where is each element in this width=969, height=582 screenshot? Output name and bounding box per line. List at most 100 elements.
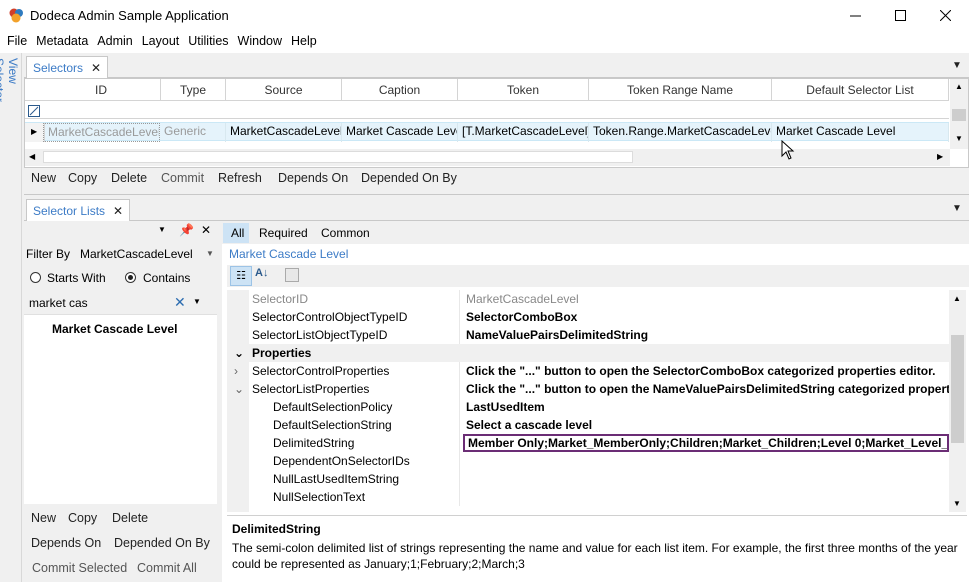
tab-required[interactable]: Required bbox=[259, 226, 308, 240]
cell-id[interactable]: MarketCascadeLevel bbox=[43, 123, 160, 142]
scroll-thumb[interactable] bbox=[951, 335, 964, 443]
close-tab-icon[interactable]: ✕ bbox=[91, 61, 101, 75]
property-row[interactable]: NullSelectionText bbox=[227, 488, 949, 506]
property-row[interactable]: ⌄ SelectorListProperties Click the "..." b… bbox=[227, 380, 949, 398]
property-row[interactable]: NullLastUsedItemString bbox=[227, 470, 949, 488]
depends-on-button[interactable]: Depends On bbox=[278, 171, 348, 185]
panel-divider[interactable] bbox=[24, 194, 969, 195]
close-button[interactable] bbox=[922, 0, 968, 31]
menu-window[interactable]: Window bbox=[235, 31, 285, 48]
filter-row[interactable] bbox=[25, 101, 949, 119]
table-row[interactable]: ▶ MarketCascadeLevel Generic MarketCasca… bbox=[25, 122, 949, 142]
cell-source[interactable]: MarketCascadeLevel bbox=[226, 123, 342, 142]
list-item[interactable]: Market Cascade Level bbox=[52, 322, 177, 336]
panel-menu-icon[interactable]: ▼ bbox=[952, 203, 962, 214]
vertical-scrollbar[interactable]: ▲ ▼ bbox=[950, 79, 968, 149]
cell-type[interactable]: Generic bbox=[160, 123, 226, 142]
menu-admin[interactable]: Admin bbox=[94, 31, 135, 48]
cell-default-selector-list[interactable]: Market Cascade Level bbox=[772, 123, 949, 142]
scroll-right-icon[interactable]: ▶ bbox=[937, 152, 943, 161]
menu-help[interactable]: Help bbox=[288, 31, 320, 48]
contains-radio[interactable] bbox=[125, 272, 136, 283]
cell-token-range-name[interactable]: Token.Range.MarketCascadeLevel bbox=[589, 123, 772, 142]
collapse-icon[interactable]: ⌄ bbox=[234, 380, 244, 398]
property-row[interactable]: SelectorID MarketCascadeLevel bbox=[227, 290, 949, 308]
property-row[interactable]: DefaultSelectionPolicy LastUsedItem bbox=[227, 398, 949, 416]
property-value[interactable]: Click the "..." button to open the Selec… bbox=[463, 362, 949, 380]
menu-metadata[interactable]: Metadata bbox=[33, 31, 91, 48]
property-row[interactable]: DependentOnSelectorIDs bbox=[227, 452, 949, 470]
tab-common[interactable]: Common bbox=[321, 226, 370, 240]
column-header-token[interactable]: Token bbox=[458, 79, 589, 101]
property-value[interactable]: SelectorComboBox bbox=[463, 308, 949, 326]
cell-caption[interactable]: Market Cascade Level bbox=[342, 123, 458, 142]
depended-on-by-button[interactable]: Depended On By bbox=[361, 171, 457, 185]
column-header-caption[interactable]: Caption bbox=[342, 79, 458, 101]
property-row[interactable]: DelimitedString Member Only;Market_Member… bbox=[227, 434, 949, 452]
clear-search-icon[interactable]: ✕ bbox=[174, 294, 186, 311]
tab-selector-lists[interactable]: Selector Lists ✕ bbox=[26, 199, 131, 221]
property-value[interactable] bbox=[463, 488, 949, 506]
property-grid-scrollbar[interactable]: ▲ ▼ bbox=[949, 290, 966, 512]
column-header-token-range-name[interactable]: Token Range Name bbox=[589, 79, 772, 101]
commit-all-button[interactable]: Commit All bbox=[137, 561, 197, 575]
commit-selected-button[interactable]: Commit Selected bbox=[32, 561, 127, 575]
minimize-button[interactable] bbox=[832, 0, 878, 31]
list-depends-on-button[interactable]: Depends On bbox=[31, 536, 101, 550]
horizontal-scrollbar[interactable]: ◀ ▶ bbox=[25, 149, 950, 166]
maximize-button[interactable] bbox=[877, 0, 923, 31]
expand-icon[interactable]: › bbox=[234, 362, 238, 380]
property-value[interactable]: NameValuePairsDelimitedString bbox=[463, 326, 949, 344]
collapse-icon[interactable]: ⌄ bbox=[234, 344, 244, 362]
scroll-up-icon[interactable]: ▲ bbox=[955, 82, 963, 91]
tab-all[interactable]: All bbox=[223, 223, 249, 243]
new-button[interactable]: New bbox=[31, 171, 56, 185]
new-list-button[interactable]: New bbox=[31, 511, 56, 525]
scroll-thumb[interactable] bbox=[952, 109, 966, 121]
property-row[interactable]: SelectorControlObjectTypeID SelectorCombo… bbox=[227, 308, 949, 326]
property-row[interactable]: SelectorListObjectTypeID NameValuePairsDe… bbox=[227, 326, 949, 344]
property-row[interactable]: DefaultSelectionString Select a cascade l… bbox=[227, 416, 949, 434]
property-row[interactable]: › SelectorControlProperties Click the "...… bbox=[227, 362, 949, 380]
copy-list-button[interactable]: Copy bbox=[68, 511, 97, 525]
menu-file[interactable]: File bbox=[4, 31, 30, 48]
scroll-up-icon[interactable]: ▲ bbox=[953, 294, 961, 303]
hscroll-thumb[interactable] bbox=[43, 151, 633, 163]
search-input[interactable]: market cas bbox=[29, 296, 88, 310]
property-value[interactable]: MarketCascadeLevel bbox=[463, 290, 949, 308]
property-value[interactable] bbox=[463, 470, 949, 488]
dropdown-icon[interactable]: ▼ bbox=[158, 225, 166, 234]
delete-button[interactable]: Delete bbox=[111, 171, 147, 185]
property-value[interactable]: Click the "..." button to open the NameV… bbox=[463, 380, 949, 398]
alphabetical-sort-icon[interactable]: A↓ bbox=[255, 267, 268, 279]
close-tab-icon[interactable]: ✕ bbox=[113, 204, 123, 218]
categorized-view-icon[interactable]: ☷ bbox=[230, 266, 252, 286]
property-pages-icon[interactable] bbox=[285, 268, 299, 282]
copy-button[interactable]: Copy bbox=[68, 171, 97, 185]
property-row[interactable]: ⌄ Properties bbox=[227, 344, 949, 362]
property-value[interactable] bbox=[463, 452, 949, 470]
scroll-down-icon[interactable]: ▼ bbox=[953, 499, 961, 508]
filter-by-select[interactable]: MarketCascadeLevel ▼ bbox=[76, 243, 216, 264]
pin-icon[interactable]: 📌 bbox=[179, 223, 194, 237]
column-header-type[interactable]: Type bbox=[160, 79, 226, 101]
property-value[interactable]: Select a cascade level bbox=[463, 416, 949, 434]
list-depended-on-by-button[interactable]: Depended On By bbox=[114, 536, 210, 550]
scroll-left-icon[interactable]: ◀ bbox=[29, 152, 35, 161]
property-value[interactable]: Member Only;Market_MemberOnly;Children;M… bbox=[463, 434, 949, 452]
starts-with-radio[interactable] bbox=[30, 272, 41, 283]
scroll-down-icon[interactable]: ▼ bbox=[955, 134, 963, 143]
panel-menu-icon[interactable]: ▼ bbox=[952, 60, 962, 71]
view-selector-tab[interactable]: View Selector bbox=[0, 58, 20, 128]
close-pane-icon[interactable]: ✕ bbox=[201, 223, 211, 237]
column-header-source[interactable]: Source bbox=[226, 79, 342, 101]
property-value[interactable]: LastUsedItem bbox=[463, 398, 949, 416]
menu-utilities[interactable]: Utilities bbox=[185, 31, 231, 48]
commit-button[interactable]: Commit bbox=[161, 171, 204, 185]
menu-layout[interactable]: Layout bbox=[139, 31, 183, 48]
column-header-id[interactable]: ID bbox=[25, 79, 178, 101]
refresh-button[interactable]: Refresh bbox=[218, 171, 262, 185]
search-options-icon[interactable]: ▼ bbox=[193, 297, 201, 306]
tab-selectors[interactable]: Selectors ✕ bbox=[26, 56, 109, 78]
column-header-default-selector-list[interactable]: Default Selector List bbox=[772, 79, 949, 101]
